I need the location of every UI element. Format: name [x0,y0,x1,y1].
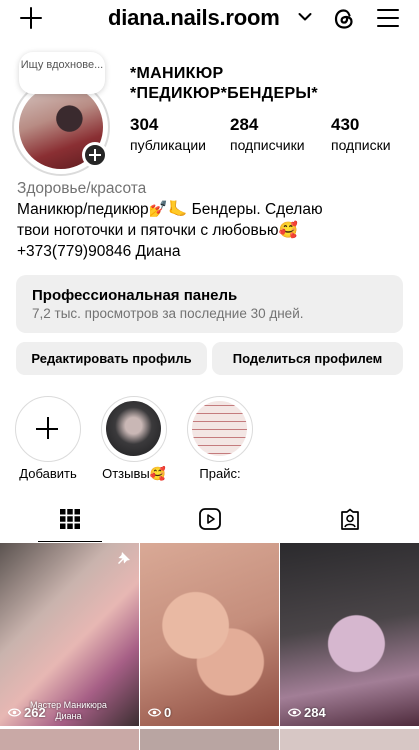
post-thumbnail[interactable]: 0 [140,543,279,726]
profile-username[interactable]: diana.nails.room [108,5,280,31]
post-views: 0 [148,705,171,720]
stat-following[interactable]: 430 подписки [331,114,391,154]
stat-value: 284 [230,115,259,134]
highlight-reviews[interactable]: Отзывы🥰 [99,396,169,482]
highlight-label: Добавить [19,466,77,481]
highlight-label: Отзывы🥰 [102,466,166,481]
category-label: Здоровье/красота [17,180,147,197]
stat-label: публикации [130,137,206,153]
tab-grid[interactable] [0,500,139,542]
views-count: 284 [304,705,326,720]
plus-icon[interactable] [18,5,44,31]
edit-profile-button[interactable]: Редактировать профиль [16,342,207,375]
post-views: 262 [8,705,46,720]
tagged-icon [341,508,359,530]
highlight-ring [187,396,253,462]
add-story-icon[interactable] [82,142,108,168]
stat-value: 430 [331,115,360,134]
profile-tabs [0,500,419,542]
top-bar: diana.nails.room [0,0,419,38]
tab-tagged[interactable] [280,500,419,542]
dashboard-subtitle: 7,2 тыс. просмотров за последние 30 дней… [32,306,304,321]
plus-icon [16,397,79,460]
post-views: 284 [288,705,326,720]
post-thumbnail[interactable] [280,729,419,750]
bio: Здоровье/красота Маникюр/педикюр💅🦶 Бенде… [17,178,412,262]
threads-icon[interactable] [331,6,357,32]
eye-icon [8,708,21,717]
bio-line: твои ноготочки и пяточки с любовью🥰 [17,222,298,239]
stat-label: подписки [331,137,391,153]
grid-icon [60,509,80,529]
bio-line: Маникюр/педикюр💅🦶 Бендеры. Сделаю [17,201,323,218]
display-name: *МАНИКЮР *ПЕДИКЮР*БЕНДЕРЫ* [130,65,318,102]
professional-dashboard[interactable]: Профессиональная панель 7,2 тыс. просмот… [16,275,403,333]
stat-value: 304 [130,115,159,134]
highlight-ring [15,396,81,462]
stat-followers[interactable]: 284 подписчики [230,114,305,154]
highlight-cover [192,401,247,456]
highlight-cover [106,401,161,456]
pin-icon [118,552,130,564]
dashboard-title: Профессиональная панель [32,287,238,304]
highlight-price[interactable]: Прайс: [185,396,255,481]
stat-posts[interactable]: 304 публикации [130,114,206,154]
eye-icon [148,708,161,717]
chevron-down-icon[interactable] [298,12,312,22]
reels-icon [199,508,221,530]
post-thumbnail[interactable] [0,729,139,750]
post-thumbnail[interactable] [140,729,279,750]
views-count: 0 [164,705,172,720]
stat-label: подписчики [230,137,305,153]
phone-link[interactable]: +373(779)90846 Диана [17,241,412,262]
post-thumbnail[interactable]: Мастер Маникюра Диана 262 [0,543,139,726]
views-count: 262 [24,705,46,720]
eye-icon [288,708,301,717]
post-thumbnail[interactable]: 284 [280,543,419,726]
share-profile-button[interactable]: Поделиться профилем [212,342,403,375]
highlight-add[interactable]: Добавить [13,396,83,481]
note-bubble[interactable]: Ищу вдохнове... [19,52,105,94]
tab-reels[interactable] [140,500,279,542]
highlight-label: Прайс: [199,466,241,481]
highlight-ring [101,396,167,462]
hamburger-menu-icon[interactable] [377,8,401,28]
